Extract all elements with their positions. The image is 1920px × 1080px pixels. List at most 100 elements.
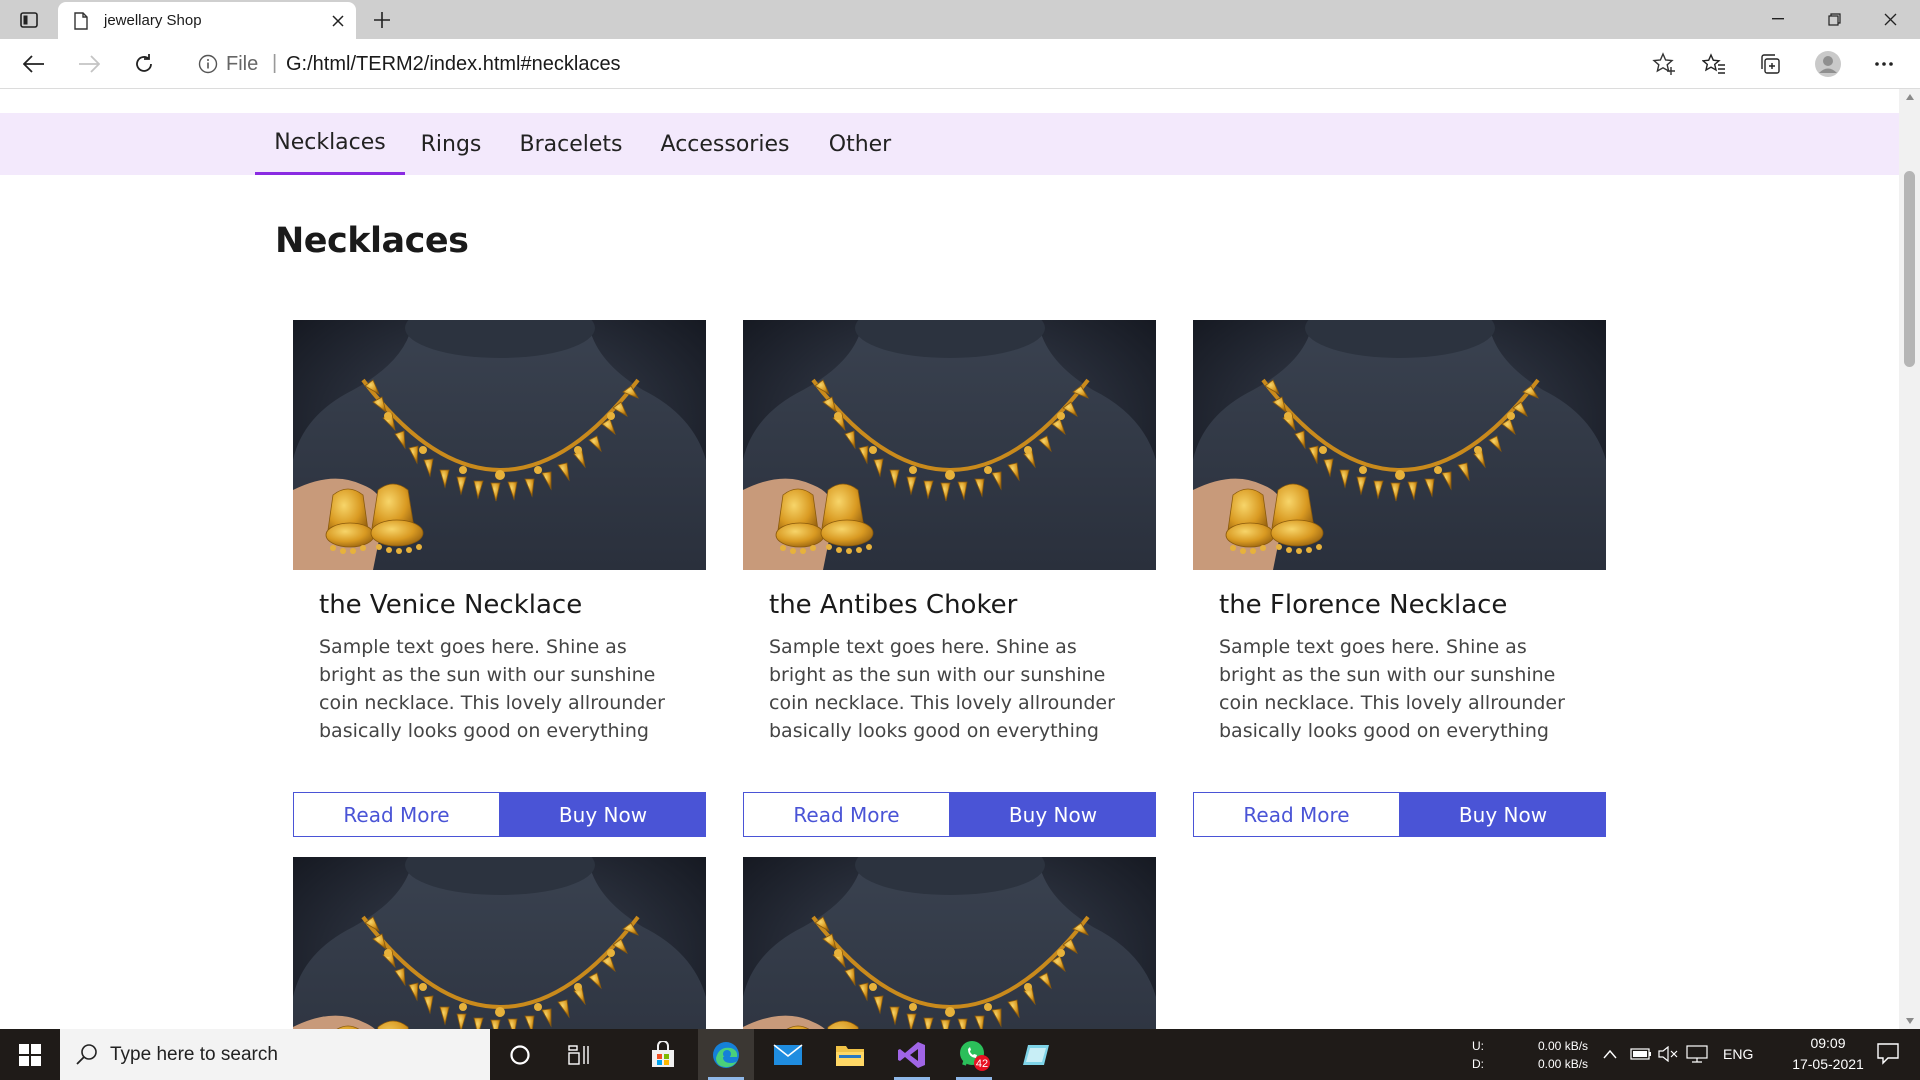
product-image[interactable] (1193, 320, 1606, 570)
product-image[interactable] (293, 857, 706, 1029)
search-placeholder: Type here to search (110, 1044, 278, 1065)
product-description: Sample text goes here. Shine as bright a… (1219, 636, 1565, 742)
new-tab-button[interactable] (368, 6, 396, 34)
file-icon (74, 12, 88, 30)
product-actions: Read More Buy Now (1193, 792, 1606, 837)
whatsapp-button[interactable]: 42 (946, 1029, 1002, 1080)
page-viewport: Necklaces Rings Bracelets Accessories Ot… (0, 89, 1899, 1029)
restore-icon (1827, 12, 1841, 26)
back-button[interactable] (17, 48, 51, 80)
active-tab[interactable]: jewellary Shop (58, 2, 356, 39)
buy-now-button[interactable]: Buy Now (500, 792, 706, 837)
store-icon (652, 1040, 674, 1067)
necklace-image (1193, 320, 1606, 570)
folder-icon (836, 1045, 864, 1066)
url-text[interactable]: G:/html/TERM2/index.html#necklaces (286, 53, 621, 76)
product-image[interactable] (743, 857, 1156, 1029)
cortana-icon (510, 1044, 530, 1065)
product-actions: Read More Buy Now (743, 792, 1156, 837)
clock-date[interactable]: 17-05-2021 (1780, 1056, 1876, 1072)
scroll-down-button[interactable] (1899, 1013, 1920, 1029)
product-description: Sample text goes here. Shine as bright a… (319, 636, 665, 742)
windows-logo-icon (19, 1043, 41, 1066)
profile-button[interactable] (1810, 48, 1846, 80)
mail-button[interactable] (760, 1029, 816, 1080)
product-image[interactable] (293, 320, 706, 570)
speaker-muted-icon[interactable] (1658, 1046, 1678, 1062)
read-more-button[interactable]: Read More (743, 792, 950, 837)
section-heading: Necklaces (275, 221, 469, 261)
browser-tab-strip: jewellary Shop (0, 0, 1920, 39)
tab-close-button[interactable] (328, 11, 348, 31)
plus-icon (374, 12, 390, 28)
tab-actions-button[interactable] (14, 8, 44, 32)
product-card (293, 857, 706, 1029)
start-button[interactable] (0, 1029, 60, 1080)
cortana-button[interactable] (492, 1029, 548, 1080)
windows-taskbar: Type here to search 42 U: D: 0.00 kB/s 0… (0, 1029, 1920, 1080)
upload-speed: 0.00 kB/s (1538, 1039, 1589, 1053)
system-tray: U: D: 0.00 kB/s 0.00 kB/s ENG 09:09 17-0… (1450, 1029, 1920, 1080)
taskbar-search-box[interactable]: Type here to search (60, 1029, 490, 1080)
page-scrollbar[interactable] (1899, 89, 1920, 1029)
scroll-thumb[interactable] (1904, 171, 1915, 367)
file-explorer-button[interactable] (822, 1029, 878, 1080)
mail-icon (773, 1043, 803, 1065)
whatsapp-badge: 42 (976, 1058, 988, 1070)
necklace-image (743, 857, 1156, 1029)
download-speed: 0.00 kB/s (1538, 1057, 1589, 1071)
refresh-icon (136, 54, 152, 72)
notifications-icon[interactable] (1876, 1041, 1900, 1065)
store-button[interactable] (635, 1029, 691, 1080)
nav-tab-necklaces[interactable]: Necklaces (255, 113, 405, 175)
collections-button[interactable] (1752, 48, 1788, 80)
product-name: the Venice Necklace (319, 590, 583, 620)
battery-icon[interactable] (1630, 1048, 1652, 1060)
forward-button[interactable] (72, 48, 106, 80)
favorites-button[interactable] (1696, 48, 1732, 80)
settings-menu-button[interactable] (1866, 48, 1902, 80)
necklace-image (293, 320, 706, 570)
read-more-button[interactable]: Read More (293, 792, 500, 837)
scroll-up-button[interactable] (1899, 89, 1920, 105)
tab-actions-icon (20, 12, 38, 28)
product-name: the Antibes Choker (769, 590, 1018, 620)
search-icon (76, 1044, 97, 1065)
add-favorite-icon[interactable] (1652, 52, 1676, 76)
task-view-button[interactable] (552, 1029, 608, 1080)
avatar-icon (1815, 51, 1841, 77)
tab-title: jewellary Shop (104, 12, 202, 29)
chevron-up-icon[interactable] (1603, 1049, 1617, 1059)
restore-button[interactable] (1806, 0, 1862, 38)
close-window-button[interactable] (1862, 0, 1918, 38)
buy-now-button[interactable]: Buy Now (1400, 792, 1606, 837)
nav-tab-bracelets[interactable]: Bracelets (515, 113, 627, 175)
minimize-button[interactable] (1750, 0, 1806, 38)
pinned-app-icon (1023, 1044, 1049, 1065)
category-nav: Necklaces Rings Bracelets Accessories Ot… (0, 113, 1899, 175)
info-icon (198, 54, 218, 74)
clock-time[interactable]: 09:09 (1788, 1035, 1868, 1051)
product-card: the Florence Necklace Sample text goes h… (1193, 320, 1606, 840)
nav-tab-rings[interactable]: Rings (410, 113, 492, 175)
refresh-button[interactable] (127, 48, 161, 80)
scroll-down-arrow-icon (1905, 1018, 1914, 1024)
nav-tab-other[interactable]: Other (818, 113, 902, 175)
input-language[interactable]: ENG (1723, 1046, 1753, 1062)
product-image[interactable] (743, 320, 1156, 570)
network-icon[interactable] (1686, 1045, 1708, 1063)
read-more-button[interactable]: Read More (1193, 792, 1400, 837)
forward-arrow-icon (79, 55, 100, 73)
address-bar[interactable]: File | G:/html/TERM2/index.html#necklace… (180, 46, 1680, 82)
upload-label: U: (1472, 1039, 1484, 1053)
product-card: the Venice Necklace Sample text goes her… (293, 320, 706, 840)
pinned-app-button[interactable] (1008, 1029, 1064, 1080)
collections-icon (1761, 54, 1780, 74)
download-label: D: (1472, 1057, 1484, 1071)
favorites-icon (1702, 53, 1725, 74)
nav-tab-accessories[interactable]: Accessories (655, 113, 795, 175)
edge-browser-button[interactable] (698, 1029, 754, 1080)
close-icon (332, 15, 344, 27)
visual-studio-button[interactable] (884, 1029, 940, 1080)
buy-now-button[interactable]: Buy Now (950, 792, 1156, 837)
